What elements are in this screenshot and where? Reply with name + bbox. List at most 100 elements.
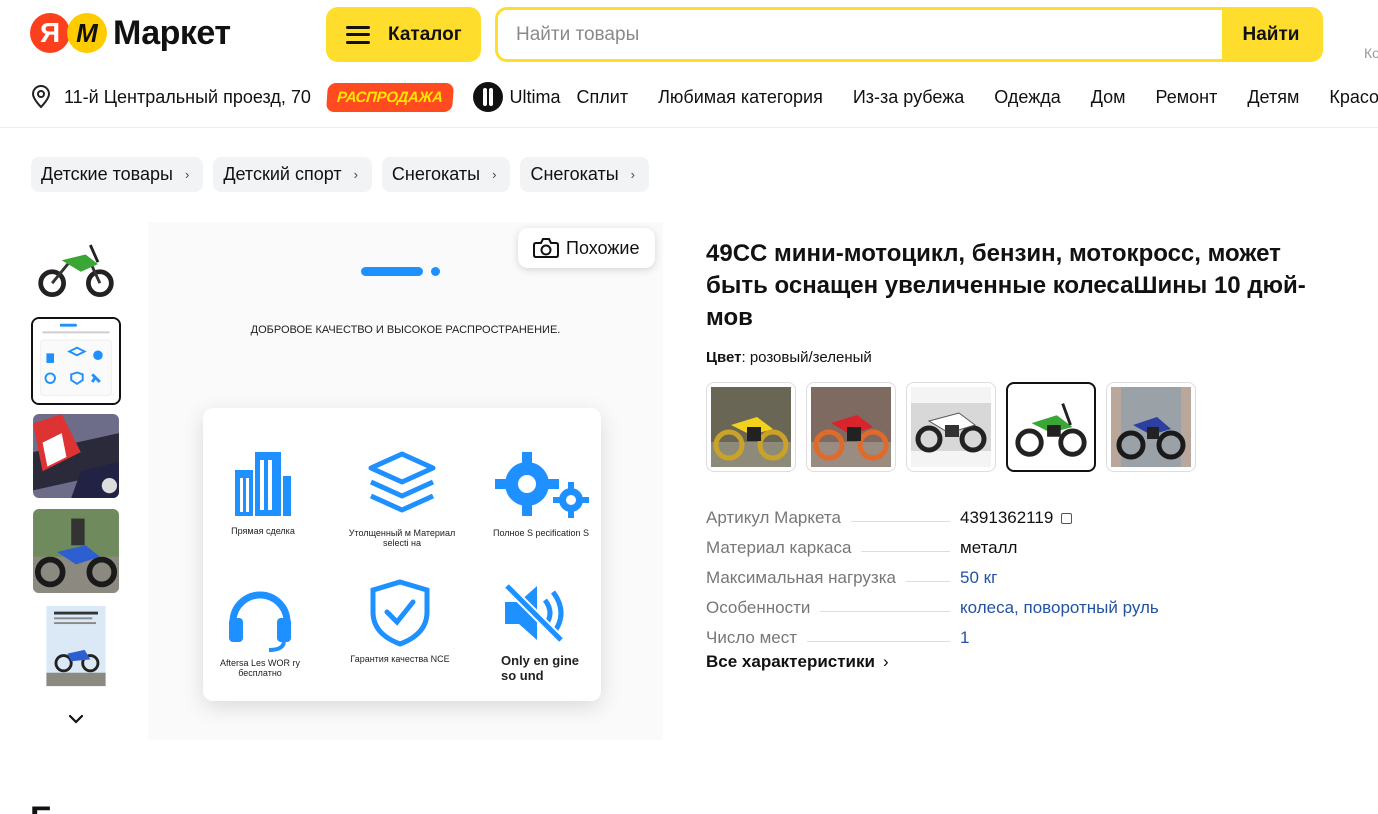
- parameters-image: [33, 604, 119, 688]
- chevron-right-icon: ›: [492, 167, 497, 182]
- spec-value-link[interactable]: 50 кг: [960, 568, 1176, 588]
- nav-link-abroad[interactable]: Из-за рубежа: [853, 87, 964, 108]
- seat-closeup-image: [33, 414, 119, 498]
- nav-link-clothing[interactable]: Одежда: [994, 87, 1060, 108]
- feature-label: Утолщенный м Материал selecti на: [348, 528, 456, 549]
- nav-link-favorite-category[interactable]: Любимая категория: [658, 87, 823, 108]
- feature-label: Прямая сделка: [231, 526, 295, 536]
- feature-item: Утолщенный м Материал selecti на: [342, 448, 462, 549]
- spec-row: Особенности колеса, поворотный руль: [706, 588, 1176, 618]
- spec-key: Максимальная нагрузка: [706, 568, 896, 587]
- nav-link-kids[interactable]: Детям: [1247, 87, 1299, 108]
- all-specs-label: Все характеристики: [706, 652, 875, 671]
- nav-link-home[interactable]: Дом: [1091, 87, 1126, 108]
- chevron-right-icon: ›: [882, 652, 889, 671]
- copy-icon[interactable]: [1061, 513, 1073, 524]
- feature-item: Полное S pecification S: [481, 450, 601, 538]
- sub-navigation: 11-й Центральный проезд, 70 РАСПРОДАЖА U…: [30, 82, 1378, 112]
- ultima-label: Ultima: [509, 86, 561, 107]
- feature-item: Aftersa Les WOR ry бесплатно: [200, 578, 320, 679]
- spec-divider: [820, 611, 950, 612]
- main-product-image[interactable]: ДОБРОВОЕ КАЧЕСТВО И ВЫСОКОЕ РАСПРОСТРАНЕ…: [148, 222, 663, 740]
- product-title: 49СС мини-мотоцикл, бензин, мотокросс, м…: [706, 240, 1306, 331]
- breadcrumb-item[interactable]: Снегокаты ›: [381, 157, 511, 192]
- spec-row: Максимальная нагрузка 50 кг: [706, 558, 1176, 588]
- delivery-address[interactable]: 11-й Центральный проезд, 70: [64, 87, 311, 108]
- specs-list: Артикул Маркета 4391362119 Материал карк…: [706, 498, 1176, 648]
- spec-divider: [861, 551, 950, 552]
- headphones-icon: [229, 591, 291, 652]
- image-decor-bar: [361, 267, 423, 276]
- sale-badge[interactable]: РАСПРОДАЖА: [325, 82, 454, 112]
- motorcycle-blue-variant-image: [1111, 387, 1191, 467]
- breadcrumb-item[interactable]: Детский спорт ›: [213, 157, 372, 192]
- feature-label: Only en gine so und: [501, 653, 580, 683]
- feature-label: Полное S pecification S: [492, 528, 590, 538]
- catalog-button[interactable]: Каталог: [326, 7, 481, 62]
- logo-m-circle: М: [67, 13, 107, 53]
- nav-link-beauty[interactable]: Красота: [1329, 87, 1378, 108]
- thumbnail-parameters[interactable]: [31, 602, 121, 690]
- thumbnail-features[interactable]: [31, 317, 121, 405]
- variant-red[interactable]: [806, 382, 896, 472]
- color-line: Цвет: розовый/зеленый: [706, 349, 872, 366]
- breadcrumb-label: Детский спорт: [223, 164, 342, 184]
- article-number: 4391362119: [960, 508, 1054, 527]
- feature-item: Гарантия качества NCE: [340, 578, 460, 664]
- search-input[interactable]: [498, 10, 1222, 59]
- variant-green[interactable]: [1006, 382, 1096, 472]
- image-heading: ДОБРОВОЕ КАЧЕСТВО И ВЫСОКОЕ РАСПРОСТРАНЕ…: [250, 324, 561, 336]
- ultima-link[interactable]: Ultima: [472, 82, 561, 112]
- similar-button[interactable]: Похожие: [518, 228, 655, 268]
- section-heading-partial: Б: [30, 800, 54, 814]
- chevron-right-icon: ›: [630, 167, 635, 182]
- features-card: Прямая сделка Утолщенный м Материал sele…: [203, 408, 601, 701]
- breadcrumb-item[interactable]: Снегокаты ›: [520, 157, 649, 192]
- motorcycle-yellow-image: [711, 387, 791, 467]
- motorcycle-green-image: [1012, 388, 1090, 466]
- spec-key: Особенности: [706, 598, 811, 617]
- building-icon: [235, 452, 291, 516]
- breadcrumb-label: Детские товары: [41, 164, 173, 184]
- thumbnail-seat-closeup[interactable]: [31, 412, 121, 500]
- feature-label: Гарантия качества NCE: [350, 654, 450, 664]
- ultima-icon: [472, 82, 503, 112]
- variant-blue[interactable]: [1106, 382, 1196, 472]
- feature-item: Only en gine so und: [501, 578, 581, 684]
- layers-icon: [368, 451, 436, 513]
- thumbnail-list: [31, 222, 121, 697]
- feature-label: Aftersa Les WOR ry бесплатно: [219, 658, 300, 679]
- thumbnail-motorcycle-green[interactable]: [31, 222, 121, 310]
- gears-icon: [495, 452, 589, 518]
- breadcrumb-item[interactable]: Детские товары ›: [31, 157, 204, 192]
- chevron-down-icon[interactable]: [67, 710, 85, 728]
- image-decor-dot: [431, 267, 440, 276]
- breadcrumb: Детские товары › Детский спорт › Снегокаты…: [31, 157, 649, 192]
- similar-label: Похожие: [566, 237, 640, 258]
- search-bar: Найти: [495, 7, 1323, 62]
- spec-key: Артикул Маркета: [706, 508, 841, 527]
- cut-off-text: Ко: [1364, 45, 1378, 61]
- color-variants: [706, 382, 1196, 472]
- spec-divider: [850, 521, 950, 522]
- spec-key: Число мест: [706, 628, 798, 647]
- thumbnail-motorcycle-blue[interactable]: [31, 507, 121, 595]
- motorcycle-white-image: [911, 387, 991, 467]
- search-button[interactable]: Найти: [1222, 10, 1320, 59]
- spec-key: Материал каркаса: [706, 538, 852, 557]
- spec-value-link[interactable]: 1: [960, 628, 1176, 648]
- variant-yellow[interactable]: [706, 382, 796, 472]
- spec-value-link[interactable]: колеса, поворотный руль: [960, 598, 1176, 618]
- breadcrumb-label: Снегокаты: [530, 164, 619, 184]
- variant-white[interactable]: [906, 382, 996, 472]
- yandex-market-logo[interactable]: Я М Маркет: [30, 13, 231, 53]
- motorcycle-blue-image: [33, 509, 119, 593]
- menu-icon: [346, 25, 370, 44]
- spec-divider: [807, 641, 950, 642]
- spec-row: Число мест 1: [706, 618, 1176, 648]
- nav-link-split[interactable]: Сплит: [577, 87, 629, 108]
- nav-link-repair[interactable]: Ремонт: [1156, 87, 1218, 108]
- shield-check-icon: [370, 579, 430, 647]
- all-specs-link[interactable]: Все характеристики ›: [706, 652, 889, 672]
- color-value: : розовый/зеленый: [741, 349, 872, 366]
